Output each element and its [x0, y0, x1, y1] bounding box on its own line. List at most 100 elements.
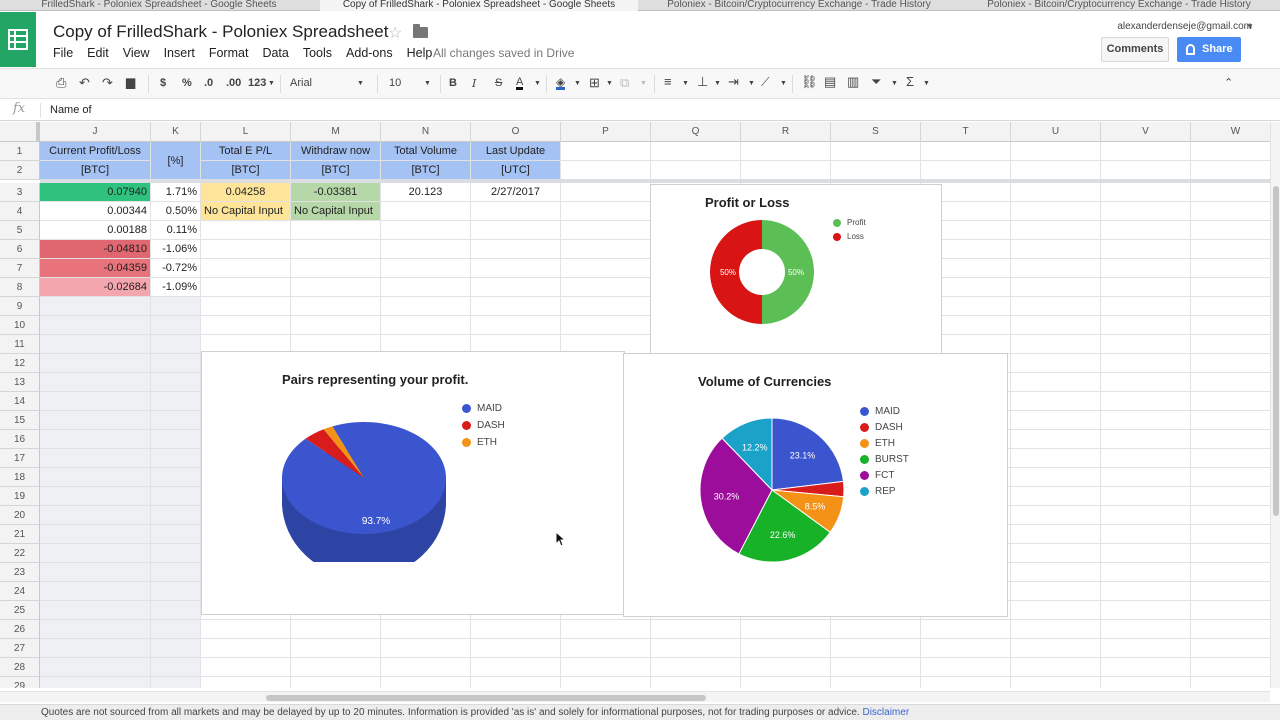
chevron-down-icon[interactable]: ▼ [714, 80, 721, 87]
vertical-scrollbar[interactable] [1270, 122, 1280, 688]
legend-item-eth[interactable]: ETH [860, 438, 895, 449]
cell-W15[interactable] [1191, 411, 1270, 430]
menu-format[interactable]: Format [209, 46, 249, 62]
menu-addons[interactable]: Add-ons [346, 46, 393, 62]
folder-icon[interactable] [413, 24, 428, 38]
cell-K12[interactable] [151, 354, 201, 373]
row-header[interactable]: 20 [0, 506, 40, 525]
cell-V22[interactable] [1101, 544, 1191, 563]
cell-J5[interactable]: 0.00188 [40, 221, 151, 240]
cell-O3[interactable]: 2/27/2017 [471, 183, 561, 202]
cell-J16[interactable] [40, 430, 151, 449]
cell-P29[interactable] [561, 677, 651, 688]
row-header[interactable]: 25 [0, 601, 40, 620]
cell-U25[interactable] [1011, 601, 1101, 620]
cell-K27[interactable] [151, 639, 201, 658]
cell-V19[interactable] [1101, 487, 1191, 506]
cell-O2[interactable]: [UTC] [471, 161, 561, 180]
cell-W17[interactable] [1191, 449, 1270, 468]
cell-K24[interactable] [151, 582, 201, 601]
cell-W8[interactable] [1191, 278, 1270, 297]
insert-comment-icon[interactable]: ▤ [824, 74, 836, 90]
cell-J23[interactable] [40, 563, 151, 582]
cell-N2[interactable]: [BTC] [381, 161, 471, 180]
cell-W10[interactable] [1191, 316, 1270, 335]
cell-K23[interactable] [151, 563, 201, 582]
cell-W20[interactable] [1191, 506, 1270, 525]
row-header[interactable]: 22 [0, 544, 40, 563]
cell-K22[interactable] [151, 544, 201, 563]
row-header[interactable]: 14 [0, 392, 40, 411]
share-button[interactable]: Share [1177, 37, 1241, 62]
cell-N4[interactable] [381, 202, 471, 221]
cell-K6[interactable]: -1.06% [151, 240, 201, 259]
cell-P1[interactable] [561, 142, 651, 161]
cell-M8[interactable] [291, 278, 381, 297]
spreadsheet-grid[interactable]: J K L M N O P Q R S T U V W 1 2 3 4 5 6 7 8 9 10 11 12 13 14 15 16 17 1… [0, 122, 1270, 688]
cell-W4[interactable] [1191, 202, 1270, 221]
cell-R2[interactable] [741, 161, 831, 180]
cell-J6[interactable]: -0.04810 [40, 240, 151, 259]
cell-V6[interactable] [1101, 240, 1191, 259]
cell-T2[interactable] [921, 161, 1011, 180]
row-header[interactable]: 17 [0, 449, 40, 468]
cell-N26[interactable] [381, 620, 471, 639]
row-header[interactable]: 26 [0, 620, 40, 639]
row-header[interactable]: 23 [0, 563, 40, 582]
cell-O29[interactable] [471, 677, 561, 688]
cell-J22[interactable] [40, 544, 151, 563]
cell-K21[interactable] [151, 525, 201, 544]
menu-edit[interactable]: Edit [87, 46, 109, 62]
more-formats-button[interactable]: 123 [248, 77, 266, 89]
cell-O26[interactable] [471, 620, 561, 639]
cell-V21[interactable] [1101, 525, 1191, 544]
cell-U6[interactable] [1011, 240, 1101, 259]
cell-V7[interactable] [1101, 259, 1191, 278]
cell-V13[interactable] [1101, 373, 1191, 392]
cell-K1[interactable]: [%] [151, 142, 201, 180]
cell-K17[interactable] [151, 449, 201, 468]
column-header[interactable]: K [151, 122, 201, 142]
cell-M9[interactable] [291, 297, 381, 316]
cell-J10[interactable] [40, 316, 151, 335]
cell-U1[interactable] [1011, 142, 1101, 161]
cell-J18[interactable] [40, 468, 151, 487]
cell-V11[interactable] [1101, 335, 1191, 354]
cell-M6[interactable] [291, 240, 381, 259]
chevron-down-icon[interactable]: ▼ [574, 80, 581, 87]
merge-cells-icon[interactable]: ⧉ [620, 75, 629, 91]
cell-N29[interactable] [381, 677, 471, 688]
cell-J14[interactable] [40, 392, 151, 411]
cell-W2[interactable] [1191, 161, 1270, 180]
cell-L29[interactable] [201, 677, 291, 688]
decrease-decimal-button[interactable]: .0 [204, 77, 213, 89]
row-header[interactable]: 8 [0, 278, 40, 297]
increase-decimal-button[interactable]: .00 [226, 77, 241, 89]
undo-icon[interactable]: ↶ [79, 75, 90, 91]
cell-W22[interactable] [1191, 544, 1270, 563]
cell-M3[interactable]: -0.03381 [291, 183, 381, 202]
star-icon[interactable]: ☆ [388, 23, 402, 43]
cell-M5[interactable] [291, 221, 381, 240]
cell-O7[interactable] [471, 259, 561, 278]
currency-format-button[interactable]: $ [160, 77, 166, 89]
column-header[interactable]: W [1191, 122, 1270, 142]
cell-U27[interactable] [1011, 639, 1101, 658]
cell-U5[interactable] [1011, 221, 1101, 240]
cell-J15[interactable] [40, 411, 151, 430]
cell-M1[interactable]: Withdraw now [291, 142, 381, 161]
column-header[interactable]: V [1101, 122, 1191, 142]
cell-T29[interactable] [921, 677, 1011, 688]
cell-O9[interactable] [471, 297, 561, 316]
cell-W13[interactable] [1191, 373, 1270, 392]
column-header[interactable]: M [291, 122, 381, 142]
column-header[interactable]: Q [651, 122, 741, 142]
cell-O8[interactable] [471, 278, 561, 297]
cell-U28[interactable] [1011, 658, 1101, 677]
cell-K10[interactable] [151, 316, 201, 335]
row-header[interactable]: 3 [0, 183, 40, 202]
cell-U16[interactable] [1011, 430, 1101, 449]
row-header[interactable]: 19 [0, 487, 40, 506]
row-header[interactable]: 4 [0, 202, 40, 221]
cell-L1[interactable]: Total E P/L [201, 142, 291, 161]
